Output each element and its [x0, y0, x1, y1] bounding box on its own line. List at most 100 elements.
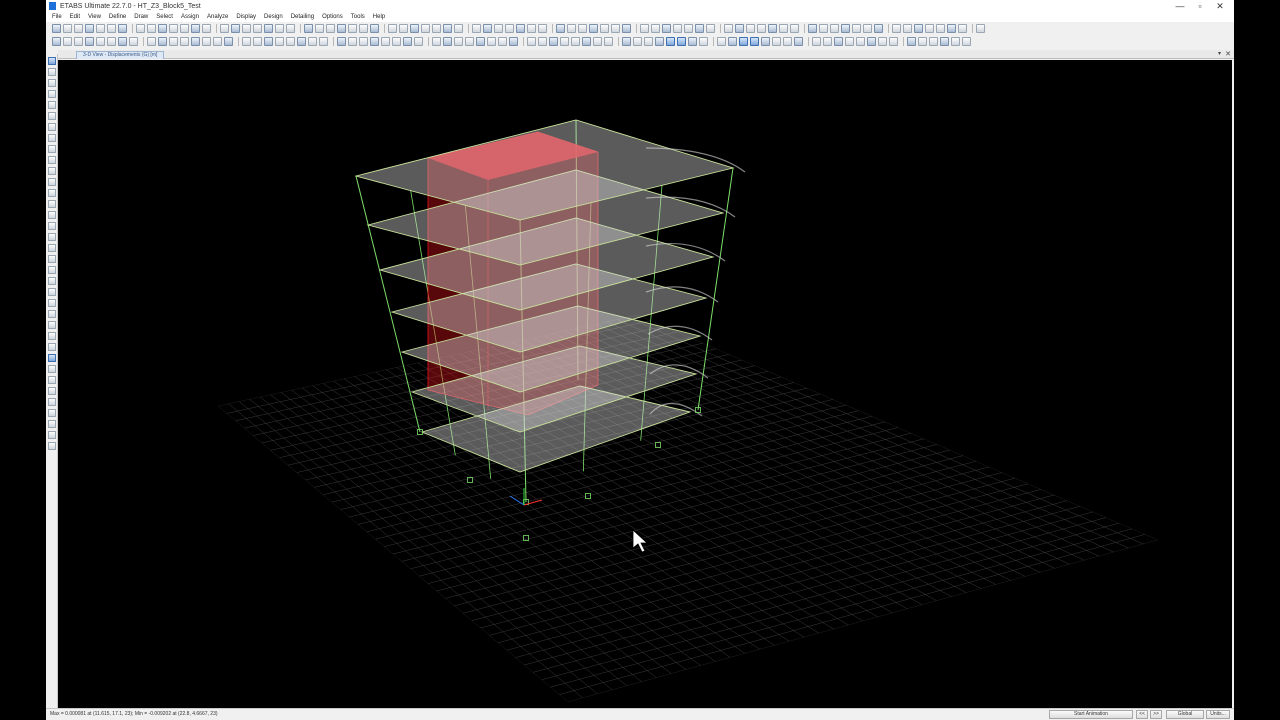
toolbar-button-icon[interactable] [297, 37, 306, 46]
draw-tool-button-icon[interactable] [48, 431, 56, 439]
toolbar-button-icon[interactable] [593, 37, 602, 46]
toolbar-button-icon[interactable] [337, 37, 346, 46]
toolbar-button-icon[interactable] [757, 24, 766, 33]
toolbar-button-icon[interactable] [388, 24, 397, 33]
toolbar-button-icon[interactable] [472, 24, 481, 33]
maximize-button[interactable]: ▫ [1190, 0, 1210, 12]
toolbar-button-icon[interactable] [852, 24, 861, 33]
toolbar-button-icon[interactable] [976, 24, 985, 33]
toolbar-button-icon[interactable] [326, 24, 335, 33]
toolbar-button-icon[interactable] [666, 37, 675, 46]
units-button[interactable]: Units... [1206, 710, 1230, 719]
toolbar-button-icon[interactable] [819, 24, 828, 33]
toolbar-button-icon[interactable] [640, 24, 649, 33]
toolbar-button-icon[interactable] [962, 37, 971, 46]
toolbar-button-icon[interactable] [684, 24, 693, 33]
toolbar-button-icon[interactable] [951, 37, 960, 46]
toolbar-button-icon[interactable] [907, 37, 916, 46]
toolbar-button-icon[interactable] [834, 37, 843, 46]
toolbar-button-icon[interactable] [582, 37, 591, 46]
toolbar-button-icon[interactable] [688, 37, 697, 46]
toolbar-button-icon[interactable] [337, 24, 346, 33]
toolbar-button-icon[interactable] [958, 24, 967, 33]
toolbar-button-icon[interactable] [107, 37, 116, 46]
toolbar-button-icon[interactable] [191, 24, 200, 33]
toolbar-button-icon[interactable] [370, 37, 379, 46]
minimize-button[interactable]: — [1170, 0, 1190, 12]
tab-3d-view[interactable]: 3-D View - Displacements (G) [m] [76, 51, 165, 59]
toolbar-button-icon[interactable] [392, 37, 401, 46]
toolbar-button-icon[interactable] [724, 24, 733, 33]
toolbar-button-icon[interactable] [264, 37, 273, 46]
toolbar-button-icon[interactable] [253, 24, 262, 33]
toolbar-button-icon[interactable] [315, 24, 324, 33]
toolbar-button-icon[interactable] [476, 37, 485, 46]
toolbar-button-icon[interactable] [556, 24, 565, 33]
toolbar-button-icon[interactable] [136, 24, 145, 33]
toolbar-button-icon[interactable] [180, 24, 189, 33]
toolbar-button-icon[interactable] [830, 24, 839, 33]
draw-tool-button-icon[interactable] [48, 233, 56, 241]
toolbar-button-icon[interactable] [750, 37, 759, 46]
model-3d-scene[interactable] [58, 60, 1232, 708]
draw-tool-button-icon[interactable] [48, 211, 56, 219]
toolbar-button-icon[interactable] [107, 24, 116, 33]
toolbar-button-icon[interactable] [560, 37, 569, 46]
draw-tool-button-icon[interactable] [48, 178, 56, 186]
view-options-arrow-icon[interactable]: ▾ [1218, 50, 1221, 59]
draw-tool-button-icon[interactable] [48, 90, 56, 98]
toolbar-button-icon[interactable] [213, 37, 222, 46]
draw-tool-button-icon[interactable] [48, 376, 56, 384]
toolbar-button-icon[interactable] [903, 24, 912, 33]
draw-tool-button-icon[interactable] [48, 222, 56, 230]
toolbar-button-icon[interactable] [677, 37, 686, 46]
toolbar-button-icon[interactable] [202, 37, 211, 46]
toolbar-button-icon[interactable] [359, 37, 368, 46]
toolbar-button-icon[interactable] [794, 37, 803, 46]
toolbar-button-icon[interactable] [224, 37, 233, 46]
toolbar-button-icon[interactable] [706, 24, 715, 33]
toolbar-button-icon[interactable] [611, 24, 620, 33]
draw-tool-button-icon[interactable] [48, 398, 56, 406]
start-animation-button[interactable]: Start Animation [1049, 710, 1133, 719]
toolbar-button-icon[interactable] [129, 37, 138, 46]
toolbar-button-icon[interactable] [925, 24, 934, 33]
toolbar-button-icon[interactable] [845, 37, 854, 46]
toolbar-button-icon[interactable] [399, 24, 408, 33]
menu-analyze[interactable]: Analyze [207, 14, 228, 20]
toolbar-button-icon[interactable] [571, 37, 580, 46]
draw-tool-button-icon[interactable] [48, 167, 56, 175]
toolbar-button-icon[interactable] [220, 24, 229, 33]
toolbar-button-icon[interactable] [147, 24, 156, 33]
draw-tool-button-icon[interactable] [48, 277, 56, 285]
toolbar-button-icon[interactable] [454, 24, 463, 33]
toolbar-button-icon[interactable] [443, 37, 452, 46]
toolbar-button-icon[interactable] [74, 37, 83, 46]
toolbar-button-icon[interactable] [779, 24, 788, 33]
toolbar-button-icon[interactable] [735, 24, 744, 33]
toolbar-button-icon[interactable] [74, 24, 83, 33]
close-view-button[interactable]: ✕ [1225, 50, 1231, 59]
toolbar-button-icon[interactable] [947, 24, 956, 33]
toolbar-button-icon[interactable] [856, 37, 865, 46]
toolbar-button-icon[interactable] [381, 37, 390, 46]
toolbar-button-icon[interactable] [567, 24, 576, 33]
toolbar-button-icon[interactable] [695, 24, 704, 33]
draw-tool-button-icon[interactable] [48, 409, 56, 417]
toolbar-button-icon[interactable] [662, 24, 671, 33]
toolbar-button-icon[interactable] [498, 37, 507, 46]
draw-tool-button-icon[interactable] [48, 123, 56, 131]
draw-tool-button-icon[interactable] [48, 112, 56, 120]
menu-view[interactable]: View [88, 14, 101, 20]
draw-tool-button-icon[interactable] [48, 332, 56, 340]
toolbar-button-icon[interactable] [275, 24, 284, 33]
toolbar-button-icon[interactable] [761, 37, 770, 46]
toolbar-button-icon[interactable] [348, 37, 357, 46]
toolbar-button-icon[interactable] [96, 37, 105, 46]
toolbar-button-icon[interactable] [527, 37, 536, 46]
toolbar-button-icon[interactable] [549, 37, 558, 46]
draw-tool-button-icon[interactable] [48, 57, 56, 65]
toolbar-button-icon[interactable] [538, 37, 547, 46]
toolbar-button-icon[interactable] [651, 24, 660, 33]
menu-design[interactable]: Design [264, 14, 283, 20]
